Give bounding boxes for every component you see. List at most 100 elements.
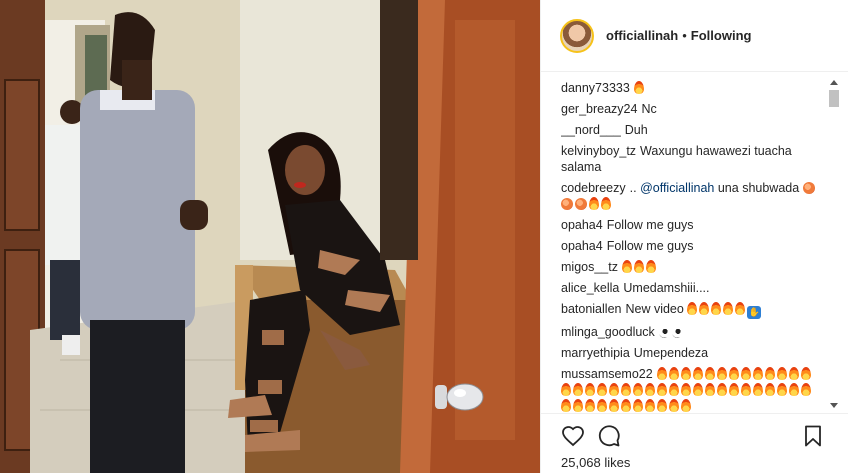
- fire-emoji-icon: [711, 302, 722, 315]
- fire-emoji-icon: [800, 367, 811, 380]
- fire-emoji-icon: [601, 197, 611, 210]
- heart-icon[interactable]: [561, 424, 585, 448]
- fire-emoji-icon: [633, 383, 643, 396]
- comment-icon[interactable]: [597, 424, 621, 448]
- comments-list: danny73333 ger_breazy24 Nc __nord___ Duh ke…: [561, 80, 823, 413]
- fire-emoji-icon: [693, 383, 703, 396]
- likes-count[interactable]: 25,068 likes: [561, 455, 630, 470]
- comment-item: opaha4 Follow me guys: [561, 217, 823, 233]
- fire-emoji-icon: [789, 383, 799, 396]
- comment-author[interactable]: opaha4: [561, 239, 603, 253]
- comment-author[interactable]: kelvinyboy_tz: [561, 144, 636, 158]
- comment-item: danny73333: [561, 80, 823, 96]
- fire-emoji-icon: [657, 383, 667, 396]
- fire-emoji-icon: [680, 367, 691, 380]
- fire-emoji-icon: [645, 260, 656, 273]
- eyes-emoji-icon: [658, 326, 670, 338]
- comment-text: Umependeza: [633, 346, 709, 360]
- fire-emoji-icon: [585, 399, 595, 412]
- comment-text: Duh: [624, 123, 648, 137]
- fire-emoji-icon: [740, 367, 751, 380]
- comment-author[interactable]: codebreezy: [561, 181, 626, 195]
- scrollbar-thumb[interactable]: [829, 90, 839, 107]
- bookmark-icon[interactable]: [801, 424, 825, 448]
- comment-item: __nord___ Duh: [561, 122, 823, 138]
- peach-emoji-icon: [561, 198, 573, 210]
- fire-emoji-icon: [585, 383, 595, 396]
- eyes-emoji-icon: [671, 326, 683, 338]
- fire-emoji-icon: [668, 367, 679, 380]
- fire-emoji-icon: [681, 383, 691, 396]
- fire-emoji-icon: [657, 399, 667, 412]
- fire-emoji-icon: [645, 399, 655, 412]
- comment-author[interactable]: __nord___: [561, 123, 621, 137]
- fire-emoji-icon: [729, 383, 739, 396]
- comment-author[interactable]: marryethipia: [561, 346, 630, 360]
- separator-dot: •: [682, 28, 687, 43]
- fire-emoji-icon: [621, 383, 631, 396]
- peach-emoji-icon: [575, 198, 587, 210]
- fire-emoji-icon: [752, 367, 763, 380]
- scroll-up-arrow[interactable]: [830, 80, 838, 85]
- fire-emoji-icon: [669, 383, 679, 396]
- fire-emoji-icon: [699, 302, 710, 315]
- fire-emoji-icon: [633, 81, 644, 94]
- fire-emoji-icon: [597, 383, 607, 396]
- fire-emoji-icon: [777, 383, 787, 396]
- fire-emoji-icon: [561, 383, 571, 396]
- post-header: officiallinah • Following: [541, 0, 848, 72]
- comment-author[interactable]: opaha4: [561, 218, 603, 232]
- fire-emoji-icon: [561, 399, 571, 412]
- post-username[interactable]: officiallinah: [606, 28, 678, 43]
- comment-author[interactable]: mussamsemo22: [561, 367, 653, 381]
- fire-emoji-icon: [621, 399, 631, 412]
- comment-text: Nc: [641, 102, 657, 116]
- comment-item: codebreezy.. @officiallinah una shubwada: [561, 180, 823, 212]
- comment-author[interactable]: alice_kella: [561, 281, 619, 295]
- fire-emoji-icon: [801, 383, 811, 396]
- avatar[interactable]: [560, 18, 594, 53]
- comment-author[interactable]: mlinga_goodluck: [561, 325, 655, 339]
- comment-item: migos__tz: [561, 259, 823, 275]
- comment-mention[interactable]: @officiallinah: [640, 181, 714, 195]
- comment-item: alice_kella Umedamshiii....: [561, 280, 823, 296]
- fire-emoji-icon: [728, 367, 739, 380]
- comment-item: mlinga_goodluck: [561, 324, 823, 340]
- fire-emoji-icon: [681, 399, 691, 412]
- fire-emoji-icon: [741, 383, 751, 396]
- fire-emoji-icon: [609, 399, 619, 412]
- post-photo[interactable]: [0, 0, 540, 473]
- fire-emoji-icon: [633, 260, 644, 273]
- fire-emoji-icon: [589, 197, 599, 210]
- comment-item: batoniallen New video ✋: [561, 301, 823, 319]
- comment-text: una shubwada: [717, 181, 800, 195]
- fire-emoji-icon: [645, 383, 655, 396]
- comment-text: Follow me guys: [606, 218, 694, 232]
- fire-emoji-icon: [687, 302, 698, 315]
- scroll-down-arrow[interactable]: [830, 403, 838, 408]
- fire-emoji-icon: [776, 367, 787, 380]
- comment-item: ger_breazy24 Nc: [561, 101, 823, 117]
- fire-emoji-icon: [765, 383, 775, 396]
- fire-emoji-icon: [788, 367, 799, 380]
- following-button[interactable]: Following: [691, 28, 752, 43]
- comment-author[interactable]: batoniallen: [561, 302, 621, 316]
- fire-emoji-icon: [656, 367, 667, 380]
- comment-author[interactable]: danny73333: [561, 81, 630, 95]
- comment-text: Umedamshiii....: [623, 281, 710, 295]
- action-bar: 25,068 likes: [541, 413, 848, 473]
- fire-emoji-icon: [609, 383, 619, 396]
- comment-text: Follow me guys: [606, 239, 694, 253]
- comment-item: mussamsemo22: [561, 366, 823, 413]
- pray-emoji-icon: ✋: [747, 306, 762, 319]
- fire-emoji-icon: [633, 399, 643, 412]
- likes-label: likes: [604, 455, 631, 470]
- comment-author[interactable]: migos__tz: [561, 260, 618, 274]
- comment-text: New video: [625, 302, 684, 316]
- likes-number: 25,068: [561, 455, 601, 470]
- fire-emoji-icon: [597, 399, 607, 412]
- comment-author[interactable]: ger_breazy24: [561, 102, 637, 116]
- peach-emoji-icon: [802, 182, 815, 194]
- fire-emoji-icon: [735, 302, 746, 315]
- comment-text: ..: [629, 181, 637, 195]
